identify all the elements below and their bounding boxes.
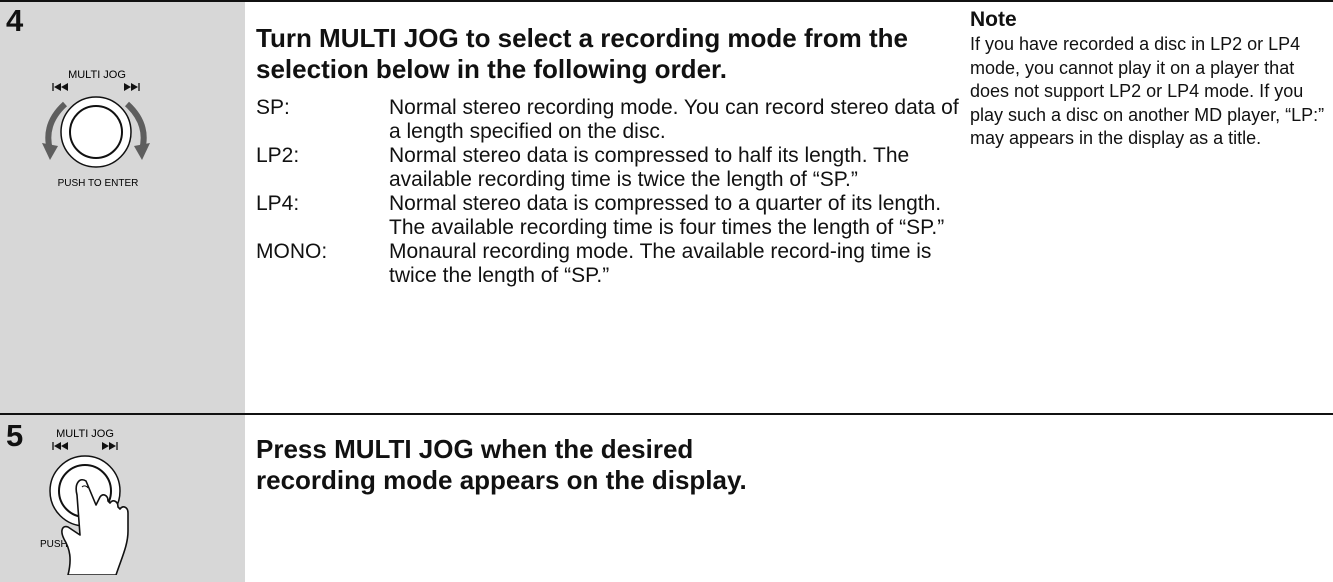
step-4-panel [0,2,245,413]
step-5-heading: Press MULTI JOG when the desired recordi… [256,434,747,495]
knob-label: MULTI JOG [56,428,114,440]
knob-label: MULTI JOG [68,69,126,81]
note-text: If you have recorded a disc in LP2 or LP… [970,34,1325,148]
mode-description: Normal stereo data is compressed to half… [389,144,910,191]
list-item: SP: Normal stereo recording mode. You ca… [256,96,959,144]
multi-jog-press-illustration: MULTI JOG PUSH TO [20,425,230,575]
skip-previous-icon [52,83,68,91]
step-number: 4 [6,3,24,38]
mode-name: LP4: [256,192,300,215]
mode-description: Normal stereo recording mode. You can re… [389,96,959,143]
recording-mode-list: SP: Normal stereo recording mode. You ca… [256,96,959,288]
multi-jog-rotate-illustration: MULTI JOG PUSH TO ENTER [20,66,230,196]
list-item: LP4: Normal stereo data is compressed to… [256,192,956,240]
step-4-heading: Turn MULTI JOG to select a recording mod… [256,23,908,84]
mode-name: MONO: [256,240,328,263]
skip-next-icon [102,442,118,450]
note-title: Note [970,8,1017,31]
mode-description: Normal stereo data is compressed to a qu… [389,192,945,239]
list-item: MONO: Monaural recording mode. The avail… [256,240,956,288]
mode-description: Monaural recording mode. The available r… [389,240,932,287]
mode-name: LP2: [256,144,300,167]
skip-next-icon [124,83,140,91]
mode-name: SP: [256,96,290,119]
knob-icon [60,96,132,168]
skip-previous-icon [52,442,68,450]
list-item: LP2: Normal stereo data is compressed to… [256,144,956,192]
push-label: PUSH TO ENTER [58,178,139,189]
